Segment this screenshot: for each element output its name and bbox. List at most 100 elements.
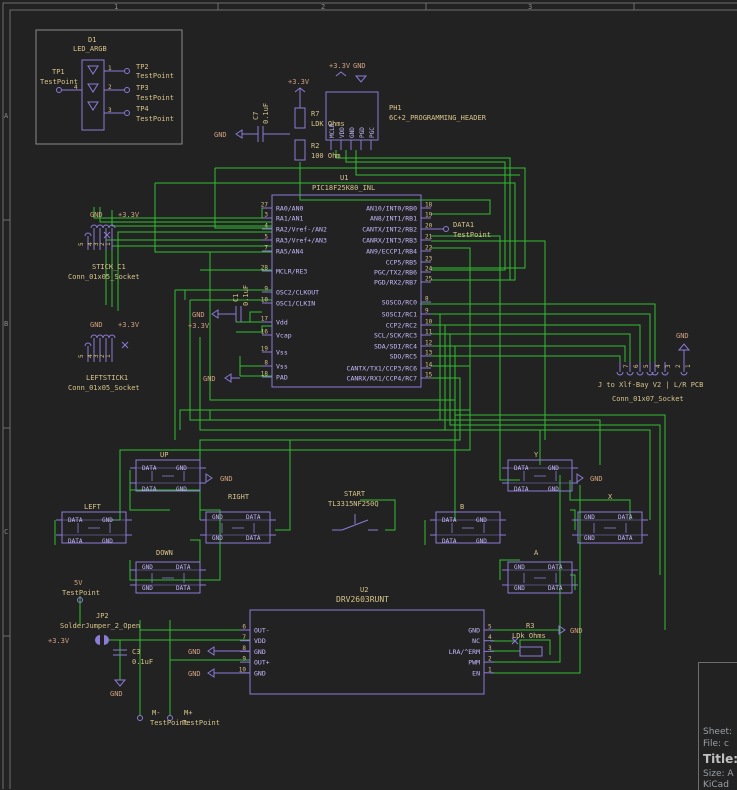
button-a-gnd-top: GND — [514, 564, 525, 571]
u1-right-5-pin-num-0: 23 — [425, 256, 433, 263]
tp5v-value: TestPoint — [62, 589, 100, 597]
u2-value: DRV2603RUNT — [336, 595, 389, 604]
jp2-value: SolderJumper_2_Open — [60, 622, 140, 630]
u2-right-pin-num-4: 1 — [488, 666, 492, 673]
d1-pin-1: 1 — [108, 65, 112, 72]
u1-left-2-pin-name-0: RA2/Vref-/AN2 — [276, 226, 327, 234]
button-start-label: START — [344, 490, 366, 498]
button-left-data-bot: DATA — [68, 538, 83, 545]
u2-right-pin-num-0: 5 — [488, 624, 492, 631]
u1-right-11-pin-num-0: 11 — [425, 329, 433, 336]
frame-col-3: 3 — [528, 3, 532, 11]
leftstick1-gnd: GND — [90, 321, 103, 329]
u2-right-pin-name-1: NC — [472, 637, 480, 645]
u1-right-7-pin-name-0: PGD/RX2/RB7 — [374, 279, 417, 287]
stick-c1-pin-1: 1 — [105, 242, 112, 246]
c7-value: 0.1uF — [262, 103, 270, 124]
button-left-gnd-top: GND — [102, 517, 113, 524]
leftstick1-connector: GND +3.3V 5 4 3 2 1 LEFTSTICK1 Conn_01x0… — [68, 321, 140, 392]
u1-right-13-pin-name-0: SDO/RC5 — [390, 353, 417, 361]
ph1-pin-vdd: VDD — [339, 127, 346, 138]
u1-left-3-pin-name-0: RA3/Vref+/AN3 — [276, 237, 327, 245]
u1-left-8-pin-num-0: 17 — [261, 316, 269, 323]
u1-left-3-pin-num-0: 5 — [264, 234, 268, 241]
button-a-data-bot: DATA — [548, 585, 563, 592]
u1-right-15-pin-num-0: 15 — [425, 372, 433, 379]
r2-value: 100 Ohm — [311, 152, 341, 160]
u1-left-0-pin-name-0: RA0/AN0 — [276, 205, 303, 213]
ph1-pin-pgd: PGD — [359, 127, 366, 138]
button-b-data-bot: DATA — [442, 538, 457, 545]
frame-row-a: A — [4, 112, 9, 120]
u1-right-9-pin-num-0: 9 — [425, 308, 429, 315]
u1-value: PIC18F25K80_INL — [312, 184, 375, 192]
c1-vdd-label: +3.3V — [188, 322, 210, 330]
u2-right-pin-num-1: 4 — [488, 634, 492, 641]
button-left-label: LEFT — [84, 503, 102, 511]
conn7-gnd: GND — [676, 332, 689, 340]
u2-right-pin-name-2: LRA/^ERM — [449, 648, 480, 656]
button-up-gnd-symbol-label: GND — [220, 475, 233, 483]
u1-right-13-pin-num-0: 13 — [425, 350, 433, 357]
conn-01x07-socket: GND 7 6 5 4 3 2 1 J to Xlf-Bay V2 | L/R … — [598, 332, 703, 403]
r7-ref: R7 — [311, 110, 319, 118]
button-x-gnd-top: GND — [584, 514, 595, 521]
u1-right-12-pin-num-0: 12 — [425, 340, 433, 347]
u1-left-6-pin-num-0: 9 — [264, 286, 268, 293]
u2-pin10-gnd-label: GND — [188, 670, 201, 678]
c1-value: 0.1uF — [242, 285, 250, 306]
u1-right-12-pin-name-0: SDA/SDI/RC4 — [374, 343, 417, 351]
button-right-label: RIGHT — [228, 493, 250, 501]
leftstick1-pin-1: 1 — [105, 354, 112, 358]
button-right: RIGHT GND DATA GND DATA — [199, 493, 277, 544]
frame-row-b: B — [4, 320, 8, 328]
tp2-ref: TP2 — [136, 63, 149, 71]
title-block-sheet: Sheet: — [703, 727, 733, 737]
button-b: B DATA GND DATA GND — [429, 503, 507, 545]
u1-right-7-pin-num-0: 25 — [425, 276, 433, 283]
u1-left-4-pin-name-0: RA5/AN4 — [276, 248, 303, 256]
u2-right-pin-name-4: EN — [472, 669, 480, 677]
conn7-pin-4: 4 — [655, 364, 662, 368]
u1-right-1-pin-name-0: AN8/INT1/RB1 — [370, 215, 417, 223]
u1-left-5-pin-num-0: 28 — [261, 265, 269, 272]
stick-c1-ref: STICK_C1 — [92, 263, 126, 271]
u2-left-pin-name-1: VDD — [254, 637, 266, 645]
ph1-value: 6C+2_PROGRAMMING_HEADER — [389, 114, 487, 122]
r3-gnd-label: GND — [570, 627, 583, 635]
stick-c1-vdd: +3.3V — [118, 211, 140, 219]
conn7-pin-6: 6 — [633, 364, 640, 368]
u2-left-pin-name-3: OUT+ — [254, 659, 270, 667]
u1-right-5-pin-name-0: CCP5/RB5 — [386, 259, 417, 267]
conn7-pin-7: 7 — [623, 364, 630, 368]
ph1-gnd-label: GND — [353, 62, 366, 70]
ph1-ref: PH1 — [389, 104, 402, 112]
c1-gnd-label: GND — [192, 311, 205, 319]
u1-right-10-pin-name-0: CCP2/RC2 — [386, 322, 417, 330]
ph1-pin-mclr: MCLR — [329, 123, 336, 138]
frame-col-2: 2 — [321, 3, 325, 11]
button-right-gnd-top: GND — [212, 514, 223, 521]
button-down-label: DOWN — [156, 549, 173, 557]
m-plus-value: TestPoint — [182, 719, 220, 727]
leftstick1-value: Conn_01x05_Socket — [68, 384, 140, 392]
button-b-gnd-top: GND — [476, 517, 487, 524]
m-plus-label: M+ — [184, 709, 192, 717]
u2-right-pin-name-3: PWM — [468, 659, 480, 667]
u2-left-pin-num-1: 7 — [242, 634, 246, 641]
c7-ref: C7 — [252, 112, 260, 120]
c7-gnd-label: GND — [214, 131, 227, 139]
u1-pad-gnd-label: GND — [203, 375, 216, 383]
button-y-label: Y — [534, 451, 539, 459]
u2-right-pin-num-2: 3 — [488, 645, 492, 652]
button-right-data-top: DATA — [246, 514, 261, 521]
r7-power-label: +3.3V — [288, 78, 310, 86]
c3-gnd-label: GND — [110, 690, 123, 698]
u1-right-2-pin-name-0: CANTX/INT2/RB2 — [362, 226, 417, 234]
tp2-value: TestPoint — [136, 72, 174, 80]
u1-left-11-pin-num-0: 8 — [264, 360, 268, 367]
u1-right-6-pin-name-0: PGC/TX2/RB6 — [374, 269, 417, 277]
conn7-pin-1: 1 — [685, 364, 692, 368]
button-y-data-top: DATA — [514, 465, 529, 472]
button-x-data-bot: DATA — [618, 535, 633, 542]
